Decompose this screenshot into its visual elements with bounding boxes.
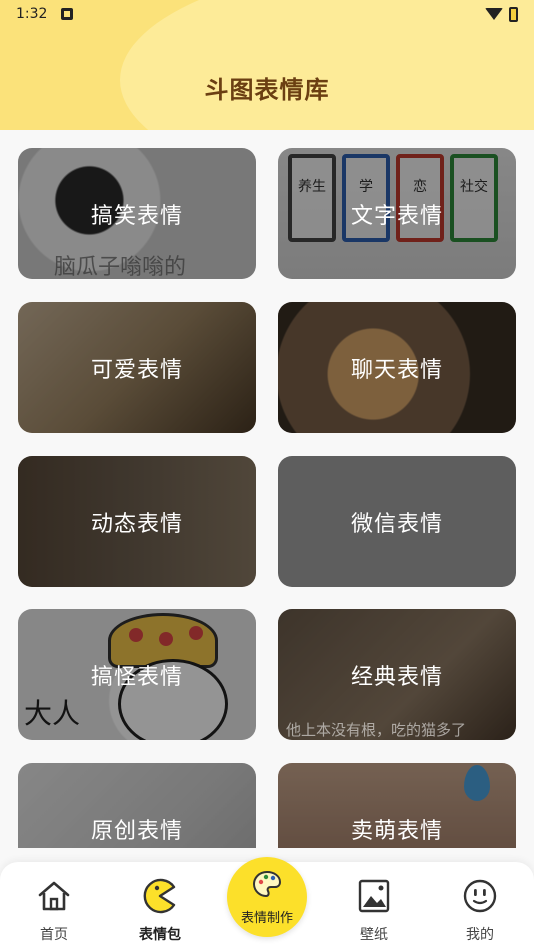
card-caption: 他上本没有根，吃的猫多了 <box>286 721 467 739</box>
card-caption: 脑瓜子嗡嗡的 <box>54 255 187 279</box>
card-label: 卖萌表情 <box>350 818 443 844</box>
make-sticker-label: 表情制作 <box>240 910 293 926</box>
card-label: 微信表情 <box>350 511 443 537</box>
category-card-classic[interactable]: 他上本没有根，吃的猫多了 经典表情 <box>278 609 516 740</box>
picture-icon <box>354 876 394 916</box>
category-card-original[interactable]: 原创表情 <box>18 763 256 848</box>
tab-label: 表情包 <box>139 927 181 943</box>
battery-icon <box>509 6 518 22</box>
category-card-text[interactable]: 养生 学 恋 社交 文字表情 <box>278 148 516 279</box>
card-label: 文字表情 <box>350 203 443 229</box>
status-time: 1:32 <box>16 6 48 22</box>
tab-mine[interactable]: 我的 <box>440 876 520 944</box>
app-screen: 1:32 斗图表情库 脑瓜子嗡嗡的 搞笑表情 养生 学 恋 社交 文字表情 可爱… <box>0 0 534 950</box>
category-card-funny[interactable]: 脑瓜子嗡嗡的 搞笑表情 <box>18 148 256 279</box>
tab-home[interactable]: 首页 <box>14 876 94 944</box>
tab-wallpaper[interactable]: 壁纸 <box>334 876 414 944</box>
tab-label: 壁纸 <box>360 927 388 943</box>
card-label: 搞怪表情 <box>90 664 183 690</box>
tab-label: 我的 <box>466 927 494 943</box>
status-right <box>485 6 518 22</box>
card-label: 可爱表情 <box>90 357 183 383</box>
wifi-icon <box>485 8 503 20</box>
card-label: 经典表情 <box>350 664 443 690</box>
header: 1:32 斗图表情库 <box>0 0 534 130</box>
category-card-cute[interactable]: 可爱表情 <box>18 302 256 433</box>
card-label: 搞笑表情 <box>90 203 183 229</box>
tab-label: 首页 <box>40 927 68 943</box>
category-card-chat[interactable]: 聊天表情 <box>278 302 516 433</box>
tab-packs[interactable]: 表情包 <box>120 876 200 944</box>
make-sticker-button[interactable]: 表情制作 <box>227 857 307 937</box>
palette-icon <box>251 869 283 903</box>
sim-icon <box>61 8 74 20</box>
page-title: 斗图表情库 <box>204 76 330 104</box>
home-icon <box>34 876 74 916</box>
card-label: 动态表情 <box>90 511 183 537</box>
category-card-animated[interactable]: 动态表情 <box>18 456 256 587</box>
smiley-icon <box>460 876 500 916</box>
category-card-adorable[interactable]: 卖萌表情 <box>278 763 516 848</box>
pacman-icon <box>140 876 180 916</box>
card-label: 聊天表情 <box>350 357 443 383</box>
card-label: 原创表情 <box>90 818 183 844</box>
category-card-wechat[interactable]: 微信表情 <box>278 456 516 587</box>
status-bar: 1:32 <box>0 0 534 28</box>
category-grid: 脑瓜子嗡嗡的 搞笑表情 养生 学 恋 社交 文字表情 可爱表情 聊天表情 动态表… <box>18 148 516 848</box>
category-card-quirky[interactable]: 大人 搞怪表情 <box>18 609 256 740</box>
